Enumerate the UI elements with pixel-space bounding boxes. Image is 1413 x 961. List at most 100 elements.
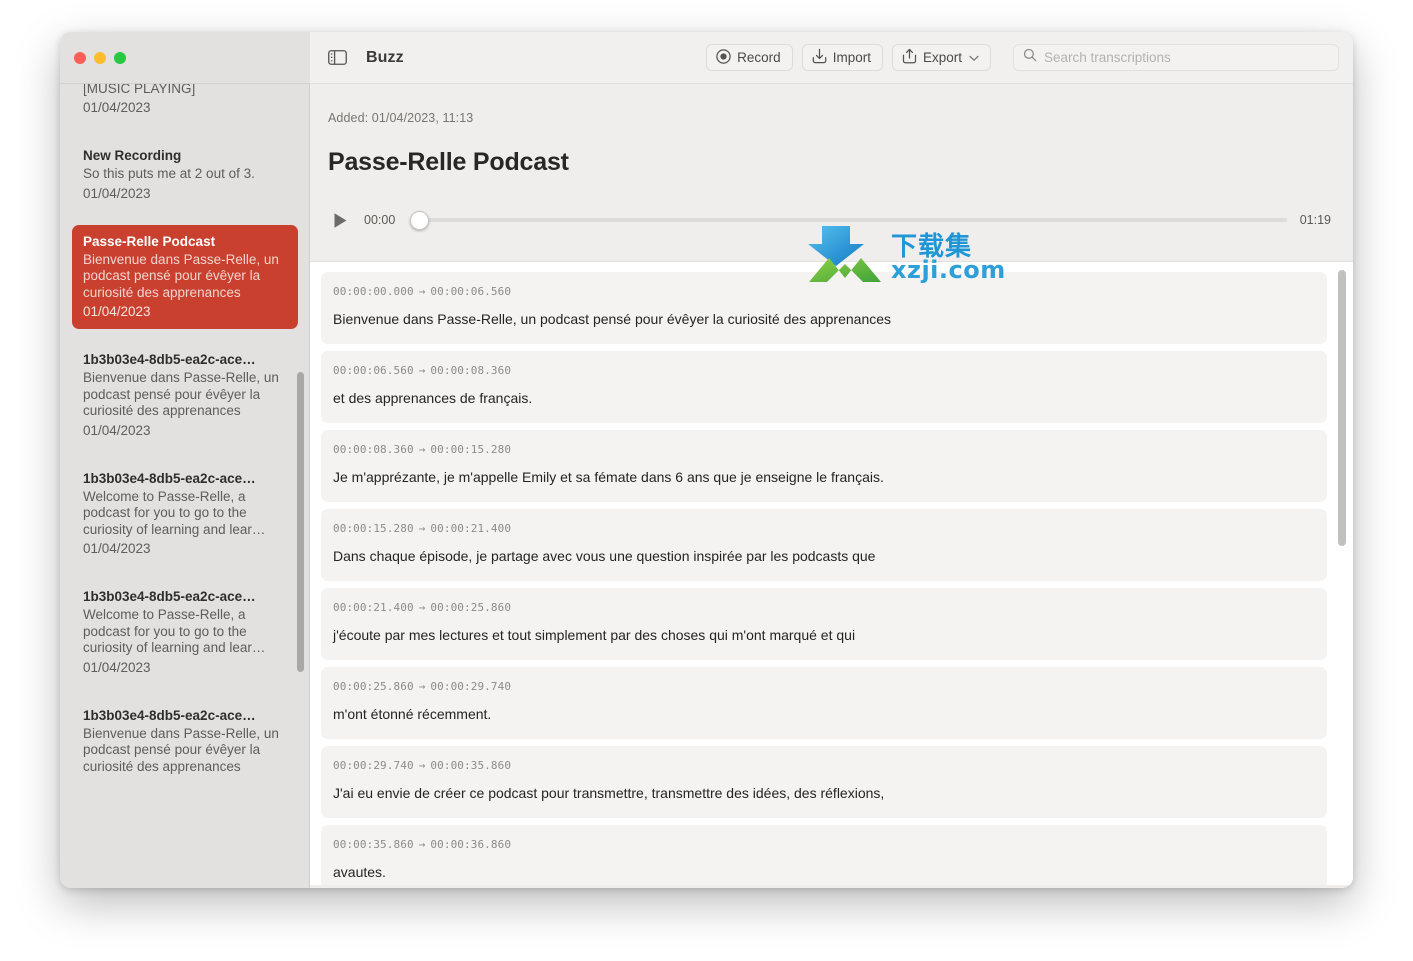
list-item-date: 01/04/2023 xyxy=(83,185,151,201)
export-button[interactable]: Export xyxy=(891,44,991,71)
segment-timestamps: 00:00:08.360 → 00:00:15.280 xyxy=(333,443,1312,456)
segment-end-time: 00:00:25.860 xyxy=(430,601,512,614)
titlebar-traffic-light-area xyxy=(60,32,310,84)
segment-end-time: 00:00:29.740 xyxy=(430,680,512,693)
list-item-date: 01/04/2023 xyxy=(83,659,151,675)
arrow-right-icon: → xyxy=(418,759,426,772)
segment-start-time: 00:00:15.280 xyxy=(333,522,414,535)
segment-start-time: 00:00:08.360 xyxy=(333,443,414,456)
segment-start-time: 00:00:00.000 xyxy=(333,285,414,298)
transcriptions-sidebar: 01/04/2023New RecordingWe're done. But e… xyxy=(60,84,310,888)
transcript-segment[interactable]: 00:00:00.000 → 00:00:06.560 Bienvenue dans … xyxy=(321,272,1327,344)
arrow-right-icon: → xyxy=(418,838,426,851)
segment-text: j'écoute par mes lectures et tout simple… xyxy=(333,627,856,643)
segment-start-time: 00:00:06.560 xyxy=(333,364,414,377)
transcription-list-item[interactable]: 1b3b03e4-8db5-ea2c-ace… Welcome to Passe-… xyxy=(72,580,298,685)
segment-start-time: 00:00:29.740 xyxy=(333,759,414,772)
segment-text: J'ai eu envie de créer ce podcast pour t… xyxy=(333,785,885,801)
segment-end-time: 00:00:35.860 xyxy=(430,759,512,772)
transcription-list-item[interactable]: Passe-Relle Podcast Bienvenue dans Passe-… xyxy=(72,224,298,329)
toolbar-actions: Record Import Export Search transcriptio… xyxy=(706,44,1339,71)
arrow-right-icon: → xyxy=(418,364,426,377)
export-button-label: Export xyxy=(922,50,962,65)
play-triangle-icon[interactable] xyxy=(329,209,351,231)
segment-timestamps: 00:00:06.560 → 00:00:08.360 xyxy=(333,364,1312,377)
minimize-window-button[interactable] xyxy=(94,51,106,64)
transcription-list-item[interactable]: New RecordingWe're done. But eight, five… xyxy=(72,84,298,125)
app-window: Buzz Record Import Export Search transcr… xyxy=(60,32,1353,888)
transcription-list-item[interactable]: 1b3b03e4-8db5-ea2c-ace… Bienvenue dans Pa… xyxy=(72,343,298,448)
transcript-segment[interactable]: 00:00:21.400 → 00:00:25.860 j'écoute par me… xyxy=(321,588,1327,660)
close-window-button[interactable] xyxy=(74,51,86,64)
audio-player: 00:00 01:19 xyxy=(329,205,1331,235)
transcript-segment-list[interactable]: 00:00:00.000 → 00:00:06.560 Bienvenue dans … xyxy=(310,262,1353,885)
seek-track xyxy=(410,218,1287,222)
search-transcriptions-box[interactable] xyxy=(1013,44,1339,71)
duration-label: 01:19 xyxy=(1299,213,1331,227)
list-item-date: 01/04/2023 xyxy=(83,304,151,319)
window-body: 01/04/2023New RecordingWe're done. But e… xyxy=(60,84,1353,888)
segment-text: m'ont étonné récemment. xyxy=(333,706,492,722)
titlebar: Buzz Record Import Export Search transcr… xyxy=(60,32,1353,84)
list-item-snippet: Bienvenue dans Passe-Relle, un podcast p… xyxy=(83,251,279,300)
audio-seek-slider[interactable] xyxy=(410,209,1287,231)
sidebar-scrollbar-thumb[interactable] xyxy=(297,372,304,672)
segment-timestamps: 00:00:25.860 → 00:00:29.740 xyxy=(333,680,1312,693)
segment-end-time: 00:00:08.360 xyxy=(430,364,512,377)
segment-start-time: 00:00:21.400 xyxy=(333,601,414,614)
transcript-rows: 00:00:00.000 → 00:00:06.560 Bienvenue dans … xyxy=(321,272,1327,885)
list-item-title: 1b3b03e4-8db5-ea2c-ace… xyxy=(83,352,256,367)
list-item-date: 01/04/2023 xyxy=(83,422,151,438)
list-item-date: 01/04/2023 xyxy=(83,100,151,115)
list-item-title: 1b3b03e4-8db5-ea2c-ace… xyxy=(83,707,256,723)
toolbar: Buzz Record Import Export Search transcr… xyxy=(310,32,1353,84)
transcript-segment[interactable]: 00:00:35.860 → 00:00:36.860 avautes. xyxy=(321,825,1327,885)
chevron-down-icon xyxy=(969,50,979,65)
segment-timestamps: 00:00:00.000 → 00:00:06.560 xyxy=(333,285,1312,298)
arrow-right-icon: → xyxy=(418,285,426,298)
detail-header: Added: 01/04/2023, 11:13 Passe-Relle Pod… xyxy=(310,84,1353,177)
transcription-list-item[interactable]: 1b3b03e4-8db5-ea2c-ace… Bienvenue dans Pa… xyxy=(72,699,298,788)
page-title: Passe-Relle Podcast xyxy=(328,148,569,176)
arrow-right-icon: → xyxy=(418,601,426,614)
maximize-window-button[interactable] xyxy=(114,51,126,64)
seek-knob[interactable] xyxy=(410,210,429,230)
record-circle-icon xyxy=(716,48,731,67)
sidebar-toggle-icon[interactable] xyxy=(326,47,348,69)
transcript-segment[interactable]: 00:00:15.280 → 00:00:21.400 Dans chaque épi… xyxy=(321,509,1327,581)
list-item-title: 1b3b03e4-8db5-ea2c-ace… xyxy=(83,470,256,486)
transcription-list-item[interactable]: 1b3b03e4-8db5-ea2c-ace… Welcome to Passe-… xyxy=(72,462,298,567)
search-input[interactable] xyxy=(1044,50,1329,65)
transcript-scrollbar-thumb[interactable] xyxy=(1338,270,1346,546)
segment-text: avautes. xyxy=(333,864,386,880)
app-title: Buzz xyxy=(366,48,404,66)
list-item-title: 1b3b03e4-8db5-ea2c-ace… xyxy=(83,589,256,604)
search-icon xyxy=(1023,48,1037,67)
segment-end-time: 00:00:21.400 xyxy=(430,522,512,535)
import-button[interactable]: Import xyxy=(801,44,883,71)
share-arrow-up-icon xyxy=(902,48,917,67)
segment-timestamps: 00:00:35.860 → 00:00:36.860 xyxy=(333,838,1312,851)
added-timestamp: Added: 01/04/2023, 11:13 xyxy=(328,111,474,125)
transcript-segment[interactable]: 00:00:08.360 → 00:00:15.280 Je m'apprézante… xyxy=(321,430,1327,502)
transcription-list-item[interactable]: New Recording So this puts me at 2 out of… xyxy=(72,139,298,211)
list-item-title: Passe-Relle Podcast xyxy=(83,233,216,249)
segment-end-time: 00:00:06.560 xyxy=(430,285,512,298)
transcript-segment[interactable]: 00:00:06.560 → 00:00:08.360 et des apprenan… xyxy=(321,351,1327,423)
list-item-date: 01/04/2023 xyxy=(83,541,151,556)
transcript-segment[interactable]: 00:00:29.740 → 00:00:35.860 J'ai eu envie d… xyxy=(321,746,1327,818)
transcriptions-list: 01/04/2023New RecordingWe're done. But e… xyxy=(60,84,309,801)
segment-text: et des apprenances de français. xyxy=(333,390,533,406)
list-item-snippet: So this puts me at 2 out of 3. xyxy=(83,166,255,181)
list-item-title: New Recording xyxy=(83,148,182,163)
segment-timestamps: 00:00:21.400 → 00:00:25.860 xyxy=(333,601,1312,614)
arrow-right-icon: → xyxy=(418,522,426,535)
list-item-snippet: Welcome to Passe-Relle, a podcast for yo… xyxy=(83,488,266,537)
record-button-label: Record xyxy=(737,50,781,65)
transcript-segment[interactable]: 00:00:25.860 → 00:00:29.740 m'ont étonné ré… xyxy=(321,667,1327,739)
record-button[interactable]: Record xyxy=(706,44,793,71)
segment-start-time: 00:00:25.860 xyxy=(333,680,414,693)
segment-start-time: 00:00:35.860 xyxy=(333,838,414,851)
arrow-right-icon: → xyxy=(418,443,426,456)
list-item-snippet: Welcome to Passe-Relle, a podcast for yo… xyxy=(83,607,266,655)
